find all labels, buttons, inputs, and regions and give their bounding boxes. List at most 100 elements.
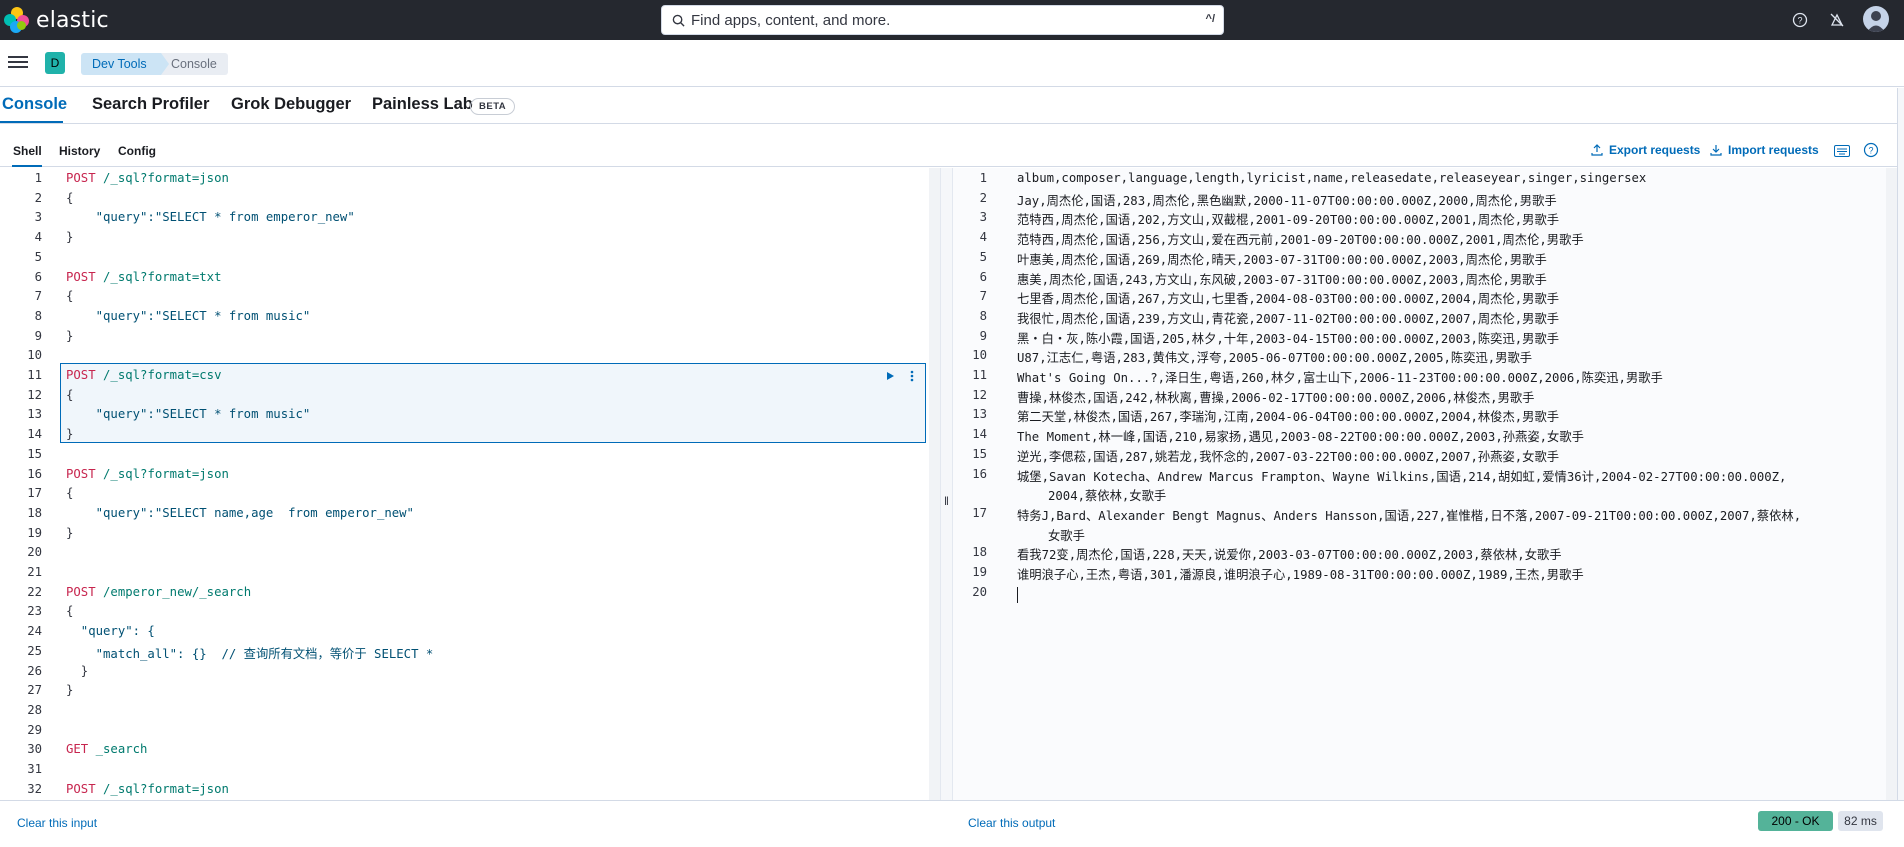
- input-line-number: 14: [27, 427, 42, 442]
- input-line-number: 25: [27, 643, 42, 658]
- input-code-line: }: [66, 328, 74, 343]
- input-code-line: "match_all": {} // 查询所有文档，等价于 SELECT *: [66, 646, 434, 661]
- input-code-line: {: [66, 289, 74, 304]
- input-code-line: POST /_sql?format=txt: [66, 269, 222, 284]
- input-code-line: POST /emperor_new/_search: [66, 584, 252, 599]
- response-output[interactable]: 1 2 3 4 5 6 7 8 9 10 11 12 13 14 15 16 17 18 19 20 album,co…: [953, 168, 1897, 800]
- output-line-number: 1: [979, 171, 987, 185]
- output-line-number: 9: [979, 328, 987, 343]
- search-placeholder: Find apps, content, and more.: [691, 11, 891, 29]
- input-code-line: {: [66, 190, 74, 205]
- input-scrollbar[interactable]: [929, 168, 940, 800]
- output-code-line: What's Going On...?,泽日生,粤语,260,林夕,富士山下,2…: [1017, 371, 1663, 385]
- output-scrollbar[interactable]: [1886, 168, 1897, 800]
- input-line-number: 28: [27, 702, 42, 717]
- active-tab-indicator: [0, 121, 63, 123]
- tab-config[interactable]: Config: [118, 144, 156, 158]
- tab-console[interactable]: Console: [2, 95, 67, 114]
- duration-badge: 82 ms: [1838, 811, 1883, 831]
- brand-name: elastic: [36, 7, 109, 33]
- input-line-number: 3: [34, 210, 42, 225]
- input-line-number: 8: [34, 308, 42, 323]
- beta-badge: BETA: [470, 98, 516, 115]
- tab-grok-debugger[interactable]: Grok Debugger: [231, 95, 351, 114]
- input-line-number: 27: [27, 683, 42, 698]
- output-code-line: 谁明浪子心,王杰,粤语,301,潘源良,谁明浪子心,1989-08-31T00:…: [1017, 568, 1584, 582]
- output-code-line: 范特西,周杰伦,国语,256,方文山,爱在西元前,2001-09-20T00:0…: [1017, 233, 1584, 248]
- input-line-number: 11: [27, 368, 42, 382]
- output-line-number: 15: [972, 446, 987, 461]
- output-line-number: 11: [972, 368, 987, 382]
- output-line-number: 14: [972, 427, 987, 442]
- shell-tab-indicator: [12, 165, 42, 167]
- export-requests-button[interactable]: Export requests: [1591, 143, 1700, 157]
- import-requests-label: Import requests: [1728, 143, 1819, 157]
- elastic-logo-icon: [4, 7, 30, 33]
- input-code-line: POST /_sql?format=json: [66, 466, 229, 481]
- input-line-number: 15: [27, 446, 42, 461]
- input-code-line: {: [66, 486, 74, 501]
- output-line-number: 3: [979, 210, 987, 225]
- output-line-number: 16: [972, 466, 987, 481]
- space-avatar[interactable]: D: [45, 52, 65, 74]
- tab-search-profiler[interactable]: Search Profiler: [92, 95, 209, 114]
- input-code-line: POST /_sql?format=csv: [66, 368, 222, 382]
- input-code-line: "query":"SELECT * from emperor_new": [66, 210, 355, 225]
- input-line-number: 4: [34, 230, 42, 245]
- breadcrumb-dev-tools[interactable]: Dev Tools: [81, 53, 177, 75]
- input-code-line: "query":"SELECT * from music": [66, 407, 311, 422]
- send-request-icon[interactable]: [881, 367, 899, 385]
- output-code-line: Jay,周杰伦,国语,283,周杰伦,黑色幽默,2000-11-07T00:00…: [1017, 193, 1557, 208]
- output-code-line: 范特西,周杰伦,国语,202,方文山,双截棍,2001-09-20T00:00:…: [1017, 213, 1560, 228]
- dev-tools-tabs: Console Search Profiler Grok Debugger Pa…: [0, 88, 1904, 124]
- input-line-number: 29: [27, 722, 42, 737]
- import-requests-button[interactable]: Import requests: [1710, 143, 1819, 157]
- tab-shell[interactable]: Shell: [13, 144, 42, 158]
- keyboard-shortcuts-icon[interactable]: [1834, 144, 1850, 158]
- pane-resizer[interactable]: ‖: [940, 168, 953, 800]
- export-icon: [1591, 144, 1603, 156]
- console-toolbar: Shell History Config Export requests Imp…: [0, 136, 1904, 167]
- hamburger-menu-icon[interactable]: [8, 53, 28, 73]
- global-search[interactable]: Find apps, content, and more. ^/: [661, 5, 1224, 35]
- clear-input-link[interactable]: Clear this input: [17, 816, 97, 830]
- input-code-line: {: [66, 604, 74, 619]
- page-scrollbar[interactable]: [1897, 88, 1904, 800]
- request-editor[interactable]: 1 2 3 4 5 6 7 8 9 10 11 12 13 14 15 16 17 18 19 20 21 22 23 24 2…: [0, 168, 940, 800]
- help-circle-icon[interactable]: ?: [1863, 142, 1879, 158]
- resizer-handle-icon: ‖: [944, 494, 949, 508]
- input-line-number: 22: [27, 584, 42, 599]
- output-code-line: 七里香,周杰伦,国语,267,方文山,七里香,2004-08-03T00:00:…: [1017, 292, 1560, 307]
- input-code-line: GET _search: [66, 742, 148, 757]
- output-code-line: 叶惠美,周杰伦,国语,269,周杰伦,晴天,2003-07-31T00:00:0…: [1017, 252, 1547, 267]
- newsfeed-icon[interactable]: [1826, 9, 1848, 31]
- input-line-number: 18: [27, 505, 42, 520]
- clear-output-link[interactable]: Clear this output: [968, 816, 1055, 830]
- output-line-number: 17: [972, 505, 987, 520]
- output-code-line: 曹操,林俊杰,国语,242,林秋离,曹操,2006-02-17T00:00:00…: [1017, 390, 1535, 405]
- elastic-logo[interactable]: elastic: [4, 7, 109, 33]
- help-icon[interactable]: ?: [1789, 9, 1811, 31]
- output-code-line: 逆光,李偲菘,国语,287,姚若龙,我怀念的,2007-03-22T00:00:…: [1017, 449, 1560, 464]
- output-code-line: 惠美,周杰伦,国语,243,方文山,东风破,2003-07-31T00:00:0…: [1017, 272, 1547, 287]
- input-line-number: 10: [27, 348, 42, 363]
- input-line-number: 17: [27, 486, 42, 501]
- output-line-numbers: 1 2 3 4 5 6 7 8 9 10 11 12 13 14 15 16 17 18 19 20: [953, 168, 999, 800]
- output-line-number: 12: [972, 387, 987, 402]
- input-code-line: "query":"SELECT name,age from emperor_ne…: [66, 505, 414, 520]
- output-code-line: 城堡,Savan Kotecha、Andrew Marcus Frampton、…: [1017, 469, 1787, 484]
- export-requests-label: Export requests: [1609, 143, 1701, 157]
- input-line-number: 16: [27, 466, 42, 481]
- svg-text:?: ?: [1868, 146, 1873, 156]
- request-options-icon[interactable]: [903, 367, 921, 385]
- breadcrumb-bar: D Dev Tools Console: [0, 40, 1904, 87]
- output-line-number: 2: [979, 190, 987, 205]
- input-line-number: 9: [34, 328, 42, 343]
- tab-history[interactable]: History: [59, 144, 100, 158]
- tab-painless-lab[interactable]: Painless Lab: [372, 95, 473, 114]
- output-code-line-wrap: 女歌手: [1048, 528, 1085, 543]
- user-avatar-icon[interactable]: [1863, 6, 1889, 32]
- output-code-line: U87,江志仁,粤语,283,黄伟文,浮夸,2005-06-07T00:00:0…: [1017, 351, 1533, 366]
- input-line-number: 31: [27, 762, 42, 776]
- input-line-numbers: 1 2 3 4 5 6 7 8 9 10 11 12 13 14 15 16 17 18 19 20 21 22 23 24 2…: [0, 168, 54, 800]
